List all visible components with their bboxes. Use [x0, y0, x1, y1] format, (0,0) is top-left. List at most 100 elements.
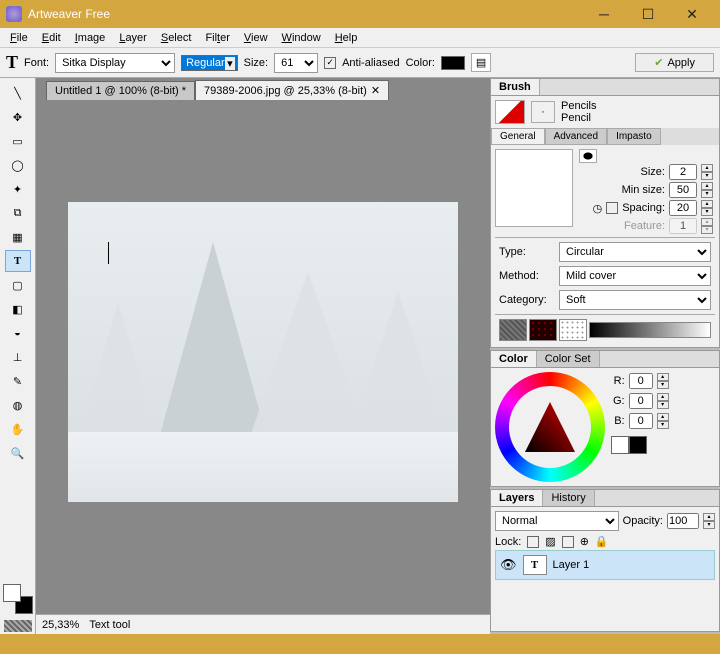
lock-move[interactable]: [562, 536, 574, 548]
text-color-swatch[interactable]: [441, 56, 465, 70]
brush-tip-icon[interactable]: ·: [531, 101, 555, 123]
b-spinner[interactable]: ▴▾: [657, 413, 669, 429]
menu-filter[interactable]: Filter: [199, 30, 235, 46]
brush-tab[interactable]: Brush: [491, 79, 540, 95]
menu-file[interactable]: File: [4, 30, 34, 46]
spacing-check[interactable]: [606, 202, 618, 214]
wand-tool[interactable]: ✦: [5, 178, 31, 200]
eyedropper-tool[interactable]: ✎: [5, 370, 31, 392]
brush-type-select[interactable]: Circular: [559, 242, 711, 262]
font-size-select[interactable]: 61: [274, 53, 318, 73]
feature-spinner: ▴▾: [701, 218, 713, 234]
document-tabs: Untitled 1 @ 100% (8-bit) * 79389-2006.j…: [36, 78, 490, 100]
texture-1[interactable]: [499, 319, 527, 341]
brush-advanced-tab[interactable]: Advanced: [545, 128, 607, 145]
colorset-tab[interactable]: Color Set: [537, 351, 600, 367]
pattern-swatch[interactable]: [4, 620, 32, 632]
brush-impasto-tab[interactable]: Impasto: [607, 128, 661, 145]
brush-method-select[interactable]: Mild cover: [559, 266, 711, 286]
brush-category: Pencils: [561, 100, 596, 112]
brush-tool[interactable]: ╲: [5, 82, 31, 104]
eraser-tool[interactable]: ◒: [5, 322, 31, 344]
toolbox: ╲ ✥ ▭ ◯ ✦ ⧉ ▦ T ▢ ◧ ◒ ⊥ ✎ ◍ ✋ 🔍: [0, 78, 36, 634]
spacing-input[interactable]: [669, 200, 697, 216]
gradient-tool[interactable]: ◧: [5, 298, 31, 320]
lock-all[interactable]: [527, 536, 539, 548]
brush-size-input[interactable]: [669, 164, 697, 180]
lock-icon[interactable]: 🔒: [595, 535, 609, 548]
move-tool[interactable]: ✥: [5, 106, 31, 128]
texture-2[interactable]: [529, 319, 557, 341]
layer-row[interactable]: 👁 T Layer 1: [495, 550, 715, 580]
layers-tab[interactable]: Layers: [491, 490, 543, 506]
blend-mode-select[interactable]: Normal: [495, 511, 619, 531]
color-tab[interactable]: Color: [491, 351, 537, 367]
hand-tool[interactable]: ✋: [5, 418, 31, 440]
color-wheel[interactable]: [495, 372, 605, 482]
close-tab-icon[interactable]: ✕: [371, 84, 380, 97]
color-swatches[interactable]: [3, 584, 33, 614]
font-style-select[interactable]: Regular: [181, 55, 238, 71]
menu-select[interactable]: Select: [155, 30, 198, 46]
layer-name[interactable]: Layer 1: [553, 559, 590, 571]
r-spinner[interactable]: ▴▾: [657, 373, 669, 389]
canvas[interactable]: [68, 202, 458, 502]
opacity-input[interactable]: [667, 513, 699, 529]
menu-help[interactable]: Help: [329, 30, 364, 46]
texture-3[interactable]: [559, 319, 587, 341]
tip-shape-icon[interactable]: [579, 149, 597, 163]
lasso-tool[interactable]: ◯: [5, 154, 31, 176]
canvas-area[interactable]: [36, 100, 490, 614]
brush-category-select[interactable]: Soft: [559, 290, 711, 310]
min-size-input[interactable]: [669, 182, 697, 198]
minimize-button[interactable]: ─: [582, 0, 626, 28]
perspective-tool[interactable]: ▦: [5, 226, 31, 248]
fill-tool[interactable]: ◍: [5, 394, 31, 416]
font-select[interactable]: Sitka Display: [55, 53, 175, 73]
lock-pixels-icon[interactable]: ▨: [545, 535, 555, 548]
g-spinner[interactable]: ▴▾: [657, 393, 669, 409]
visibility-icon[interactable]: 👁: [500, 557, 517, 573]
brush-panel: Brush · PencilsPencil General Advanced I…: [490, 78, 720, 348]
layer-thumbnail[interactable]: T: [523, 555, 547, 575]
main-area: ╲ ✥ ▭ ◯ ✦ ⧉ ▦ T ▢ ◧ ◒ ⊥ ✎ ◍ ✋ 🔍 Untitled…: [0, 78, 720, 634]
g-input[interactable]: [629, 393, 653, 409]
menu-window[interactable]: Window: [276, 30, 327, 46]
anti-aliased-checkbox[interactable]: ✓: [324, 57, 336, 69]
spacing-spinner[interactable]: ▴▾: [701, 200, 713, 216]
text-tool[interactable]: T: [5, 250, 31, 272]
zoom-tool[interactable]: 🔍: [5, 442, 31, 464]
opacity-label: Opacity:: [623, 515, 663, 527]
minsize-spinner[interactable]: ▴▾: [701, 182, 713, 198]
stamp-tool[interactable]: ⊥: [5, 346, 31, 368]
window-title: Artweaver Free: [28, 7, 582, 21]
doc-tab-1[interactable]: Untitled 1 @ 100% (8-bit) *: [46, 81, 195, 100]
close-button[interactable]: ✕: [670, 0, 714, 28]
apply-button[interactable]: ✔Apply: [635, 53, 714, 72]
menu-image[interactable]: Image: [69, 30, 112, 46]
opacity-spinner[interactable]: ▴▾: [703, 513, 715, 529]
menu-layer[interactable]: Layer: [113, 30, 153, 46]
feature-input: [669, 218, 697, 234]
size-spinner[interactable]: ▴▾: [701, 164, 713, 180]
gradient-preview[interactable]: [589, 322, 711, 338]
menu-view[interactable]: View: [238, 30, 274, 46]
doc-tab-2[interactable]: 79389-2006.jpg @ 25,33% (8-bit)✕: [195, 80, 389, 100]
panel-swatches[interactable]: [611, 436, 671, 454]
brush-variant-icon[interactable]: [495, 100, 525, 124]
b-input[interactable]: [629, 413, 653, 429]
history-tab[interactable]: History: [543, 490, 594, 506]
maximize-button[interactable]: ☐: [626, 0, 670, 28]
titlebar: Artweaver Free ─ ☐ ✕: [0, 0, 720, 28]
crop-tool[interactable]: ⧉: [5, 202, 31, 224]
font-label: Font:: [24, 57, 49, 69]
r-input[interactable]: [629, 373, 653, 389]
stroke-preview: [495, 149, 573, 227]
page-icon[interactable]: ▤: [471, 53, 491, 72]
lock-position-icon[interactable]: ⊕: [580, 535, 589, 548]
color-triangle[interactable]: [525, 402, 575, 452]
shape-tool[interactable]: ▢: [5, 274, 31, 296]
brush-general-tab[interactable]: General: [491, 128, 545, 145]
selection-tool[interactable]: ▭: [5, 130, 31, 152]
menu-edit[interactable]: Edit: [36, 30, 67, 46]
